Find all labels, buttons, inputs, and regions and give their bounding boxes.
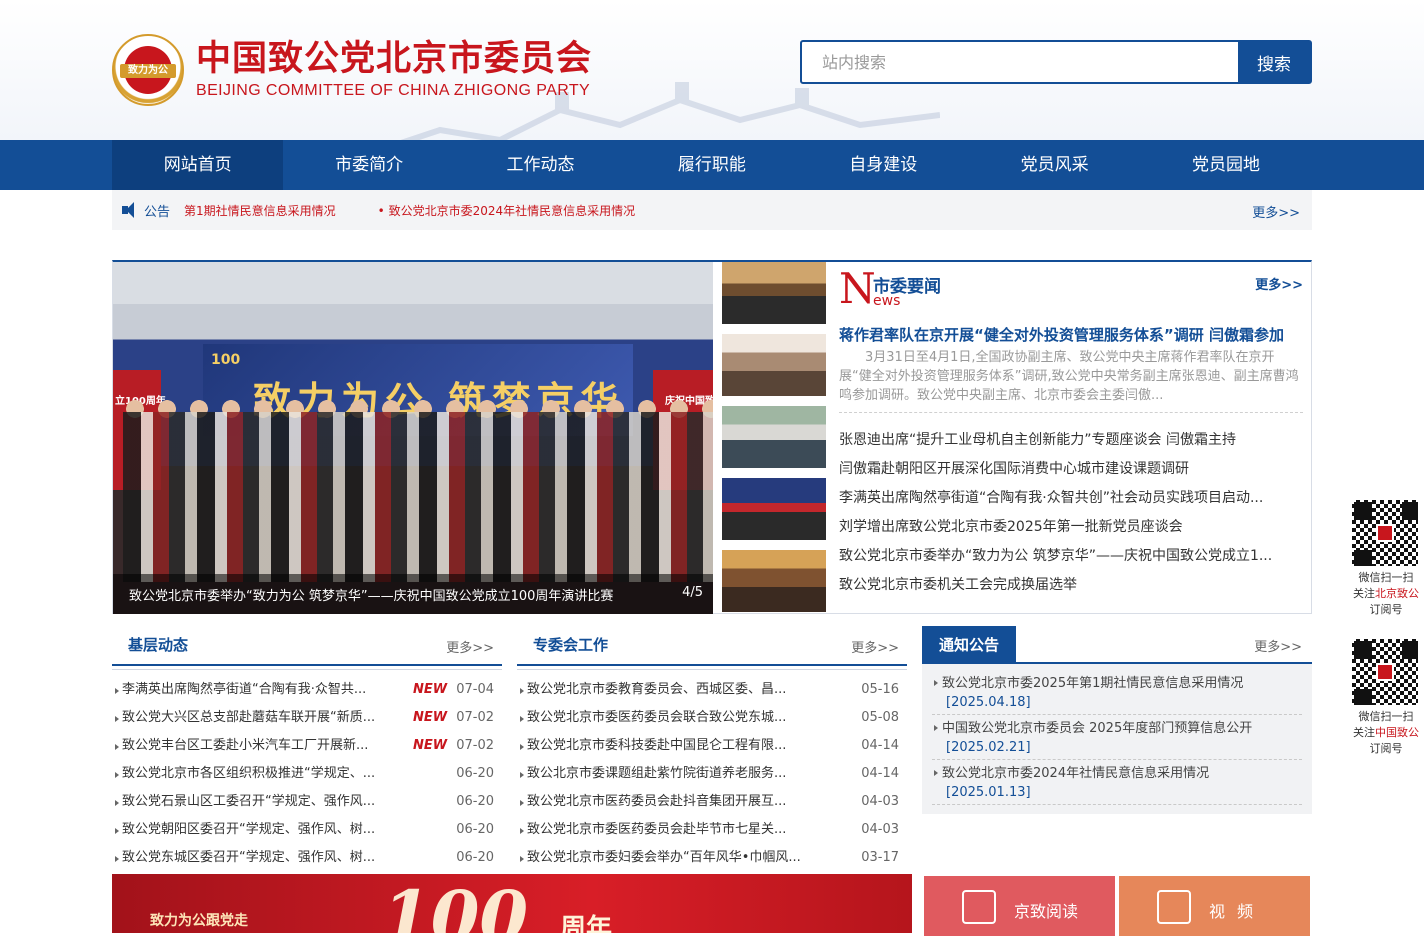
nav-item-work-news[interactable]: 工作动态	[455, 140, 626, 190]
nav-item-self-building[interactable]: 自身建设	[798, 140, 969, 190]
headline-link[interactable]: 蒋作君率队在京开展“健全对外投资管理服务体系”调研 闫傲霜参加	[839, 324, 1284, 345]
notice-ticker: 公告 第1期社情民意信息采用情况 致公党北京市委2024年社情民意信息采用情况 …	[112, 190, 1312, 230]
grassroots-column: 基层动态 更多>> 李满英出席陶然亭街道“合陶有我·众智共... NEW 07-04…	[111, 628, 502, 868]
new-badge: NEW	[413, 682, 448, 697]
list-item[interactable]: 致公党北京市委妇委会举办“百年风华•巾帼风... 03-17	[517, 844, 907, 872]
list-item[interactable]: 致公党东城区委召开“学规定、强作风、树... 06-20	[112, 844, 502, 872]
headline-summary: 3月31日至4月1日,全国政协副主席、致公党中央主席蒋作君率队在京开展“健全对外…	[839, 350, 1299, 403]
news-letter-n: N	[839, 264, 876, 313]
divider	[839, 412, 1303, 413]
slider-thumbnail[interactable]	[722, 478, 826, 540]
announcements-panel: 通知公告 更多>> 致公党北京市委2025年第1期社情民意信息采用情况 [2025…	[922, 626, 1312, 814]
column-title: 基层动态	[111, 636, 205, 666]
new-badge: NEW	[413, 710, 448, 725]
news-list-item[interactable]: 闫傲霜赴朝阳区开展深化国际消费中心城市建设课题调研	[839, 455, 1303, 484]
qr-code-china	[1350, 637, 1420, 707]
news-list: 张恩迪出席“提升工业母机自主创新能力”专题座谈会 闫傲霜主持 闫傲霜赴朝阳区开展…	[839, 426, 1303, 600]
list-item[interactable]: 致公党大兴区总支部赴蘑菇车联开展“新质... NEW 07-02	[112, 704, 502, 732]
panel-header: 通知公告 更多>>	[922, 626, 1312, 664]
list-item[interactable]: 致公党石景山区工委召开“学规定、强作风... 06-20	[112, 788, 502, 816]
list-item[interactable]: 李满英出席陶然亭街道“合陶有我·众智共... NEW 07-04	[112, 676, 502, 704]
nav-item-about[interactable]: 市委简介	[283, 140, 454, 190]
announcements-more-link[interactable]: 更多>>	[1254, 636, 1302, 655]
committees-list: 致公党北京市委教育委员会、西城区委、昌... 05-16 致公党北京市委医药委员会…	[517, 676, 907, 872]
nav-item-home[interactable]: 网站首页	[112, 140, 284, 190]
notice-more-link[interactable]: 更多>>	[1252, 202, 1300, 221]
slider-thumbnail[interactable]	[722, 550, 826, 612]
video-button[interactable]: 视频	[1119, 876, 1310, 936]
reading-label: 京致阅读	[1014, 902, 1079, 921]
news-list-item[interactable]: 李满英出席陶然亭街道“合陶有我·众智共创”社会动员实践项目启动...	[839, 484, 1303, 513]
announcement-item[interactable]: 中国致公党北京市委员会 2025年度部门预算信息公开 [2025.02.21]	[932, 715, 1302, 760]
banner-slogan: 致力为公跟党走	[150, 913, 248, 929]
column-header: 基层动态 更多>>	[111, 628, 502, 670]
search-box: 搜索	[800, 40, 1312, 84]
backdrop-badge: 100	[211, 352, 241, 368]
slider-thumbnail[interactable]	[722, 262, 826, 324]
featured-section: 立100周年 庆祝中国致 100 致力为公 筑梦京华 致公党北京市委举办“致力为…	[112, 260, 1312, 614]
anniversary-banner[interactable]: 致力为公跟党走 100 周年	[112, 874, 912, 933]
list-item[interactable]: 致公党北京市委教育委员会、西城区委、昌... 05-16	[517, 676, 907, 704]
site-title-english: BEIJING COMMITTEE OF CHINA ZHIGONG PARTY	[196, 82, 591, 99]
list-item[interactable]: 致公党北京市医药委员会赴抖音集团开展互... 04-03	[517, 788, 907, 816]
qr-caption: 微信扫一扫 关注北京致公 订阅号	[1353, 571, 1419, 616]
column-title: 专委会工作	[516, 636, 610, 666]
slider-thumbnail[interactable]	[722, 406, 826, 468]
qr-code-beijing	[1350, 498, 1420, 568]
nav-item-member-garden[interactable]: 党员园地	[1140, 140, 1311, 190]
news-section-subtitle: ews	[873, 293, 901, 309]
committee-news: N 市委要闻 ews 更多>> 蒋作君率队在京开展“健全对外投资管理服务体系”调…	[839, 262, 1303, 614]
logo-text: 致力为公	[120, 64, 176, 78]
site-title[interactable]: 中国致公党北京市委员会	[196, 30, 592, 81]
slider-thumbnails	[722, 262, 828, 614]
search-button[interactable]: 搜索	[1238, 42, 1310, 82]
book-icon	[962, 890, 996, 924]
announcements-tab[interactable]: 通知公告	[922, 626, 1016, 664]
committees-column: 专委会工作 更多>> 致公党北京市委教育委员会、西城区委、昌... 05-16 致…	[516, 628, 907, 868]
video-label: 视频	[1209, 902, 1266, 921]
photo-slider[interactable]: 立100周年 庆祝中国致 100 致力为公 筑梦京华 致公党北京市委举办“致力为…	[113, 262, 713, 614]
main-nav: 网站首页 市委简介 工作动态 履行职能 自身建设 党员风采 党员园地	[0, 140, 1424, 190]
column-header: 专委会工作 更多>>	[516, 628, 907, 670]
list-item[interactable]: 致公党北京市各区组织积极推进“学规定、... 06-20	[112, 760, 502, 788]
speaker-icon	[122, 202, 140, 218]
column-more-link[interactable]: 更多>>	[446, 637, 494, 656]
list-item[interactable]: 致公党丰台区工委赴小米汽车工厂开展新... NEW 07-02	[112, 732, 502, 760]
banner-number: 100	[382, 875, 529, 934]
new-badge: NEW	[413, 738, 448, 753]
news-list-item[interactable]: 张恩迪出席“提升工业母机自主创新能力”专题座谈会 闫傲霜主持	[839, 426, 1303, 455]
announcements-list: 致公党北京市委2025年第1期社情民意信息采用情况 [2025.04.18] 中国…	[922, 664, 1312, 805]
nav-item-members[interactable]: 党员风采	[969, 140, 1140, 190]
list-item[interactable]: 致公党北京市委医药委员会赴毕节市七星关... 04-03	[517, 816, 907, 844]
notice-label: 公告	[144, 204, 171, 220]
qr-caption: 微信扫一扫 关注中国致公 订阅号	[1353, 710, 1419, 755]
banner-year: 周年	[560, 914, 613, 933]
slide-caption[interactable]: 致公党北京市委举办“致力为公 筑梦京华”——庆祝中国致公党成立100周年演讲比赛	[129, 585, 613, 604]
news-list-item[interactable]: 刘学增出席致公党北京市委2025年第一批新党员座谈会	[839, 513, 1303, 542]
grassroots-list: 李满英出席陶然亭街道“合陶有我·众智共... NEW 07-04 致公党大兴区总支部…	[112, 676, 502, 872]
crowd-people	[123, 412, 713, 582]
slider-thumbnail[interactable]	[722, 334, 826, 396]
search-input[interactable]	[802, 42, 1238, 82]
list-item[interactable]: 致公党朝阳区委召开“学规定、强作风、树... 06-20	[112, 816, 502, 844]
party-logo[interactable]: 致力为公	[112, 34, 184, 106]
list-item[interactable]: 致公北京市委课题组赴紫竹院街道养老服务... 04-14	[517, 760, 907, 788]
notice-link[interactable]: 致公党北京市委2024年社情民意信息采用情况	[378, 202, 636, 219]
announcement-item[interactable]: 致公党北京市委2024年社情民意信息采用情况 [2025.01.13]	[932, 760, 1302, 805]
nav-item-duties[interactable]: 履行职能	[626, 140, 797, 190]
list-item[interactable]: 致公党北京市委医药委员会联合致公党东城... 05-08	[517, 704, 907, 732]
list-item[interactable]: 致公党北京市委科技委赴中国昆仑工程有限... 04-14	[517, 732, 907, 760]
column-more-link[interactable]: 更多>>	[851, 637, 899, 656]
news-list-item[interactable]: 致公党北京市委举办“致力为公 筑梦京华”——庆祝中国致公党成立1...	[839, 542, 1303, 571]
notice-link[interactable]: 第1期社情民意信息采用情况	[184, 202, 336, 219]
news-more-link[interactable]: 更多>>	[1255, 274, 1303, 293]
slide-position: 4/5	[682, 585, 703, 600]
news-list-item[interactable]: 致公党北京市委机关工会完成换届选举	[839, 571, 1303, 600]
reading-button[interactable]: 京致阅读	[924, 876, 1115, 936]
video-icon	[1157, 890, 1191, 924]
site-header: 致力为公 中国致公党北京市委员会 BEIJING COMMITTEE OF CH…	[0, 0, 1424, 140]
slide-caption-bar: 致公党北京市委举办“致力为公 筑梦京华”——庆祝中国致公党成立100周年演讲比赛…	[113, 574, 713, 614]
announcement-item[interactable]: 致公党北京市委2025年第1期社情民意信息采用情况 [2025.04.18]	[932, 670, 1302, 715]
